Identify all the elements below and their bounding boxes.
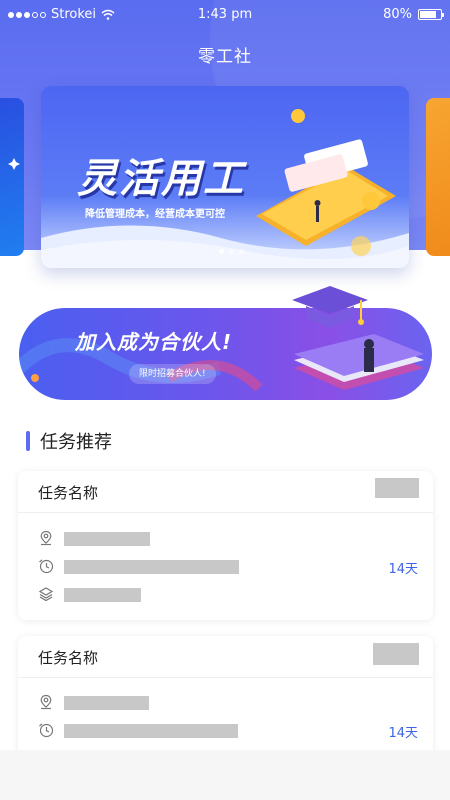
task-card-header: 任务名称 [18,636,433,678]
task-location-row [38,530,418,550]
carousel-dot[interactable] [219,249,224,254]
carousel-next-slide[interactable] [426,98,450,256]
task-time-placeholder [64,724,238,738]
carousel-indicator [219,249,244,254]
partner-pill[interactable]: 限时招募合伙人! [129,364,216,384]
app-title: 零工社 [198,47,252,67]
task-name: 任务名称 [38,649,99,667]
task-duration: 14天 [388,726,418,741]
carousel-prev-slide[interactable] [0,98,24,256]
task-card[interactable]: 任务名称 14天 [18,636,433,766]
task-card-header: 任务名称 [18,471,433,513]
battery-percent: 80% [383,7,412,22]
sparkle-icon [8,158,20,170]
status-right: 80% [383,7,444,22]
battery-icon [418,9,444,20]
task-location-placeholder [64,696,149,710]
task-time-row: 14天 [38,558,418,578]
bottom-area [0,750,450,800]
section-title: 任务推荐 [40,432,112,453]
carousel-dot[interactable] [229,249,234,254]
clock-icon [39,723,54,738]
location-pin-icon [40,530,52,546]
task-duration: 14天 [388,562,418,577]
section-accent-bar [26,431,30,451]
task-location-row [38,694,418,714]
graduation-cap-icon [292,286,368,328]
task-location-placeholder [64,532,150,546]
task-name: 任务名称 [38,484,99,502]
layers-icon [38,587,54,602]
task-time-row: 14天 [38,722,418,742]
partner-headline: 加入成为合伙人! [75,330,233,354]
phone-illustration [256,109,396,256]
task-price-placeholder [373,643,419,665]
status-bar: Strokei 1:43 pm 80% [0,0,450,30]
partner-recruit-banner[interactable]: 加入成为合伙人! 限时招募合伙人! [19,308,432,400]
banner-subtitle: 降低管理成本，经营成本更可控 [85,209,225,220]
task-category-placeholder [64,588,141,602]
task-price-placeholder [375,478,419,498]
carousel-dot[interactable] [239,249,244,254]
task-category-row [38,586,418,606]
carousel-banner[interactable]: 灵活用工 降低管理成本，经营成本更可控 [41,86,409,268]
task-time-placeholder [64,560,239,574]
task-card[interactable]: 任务名称 14天 [18,471,433,620]
clock-icon [39,559,54,574]
location-pin-icon [40,694,52,710]
section-header: 任务推荐 [26,428,112,454]
banner-headline: 灵活用工 [77,156,245,202]
